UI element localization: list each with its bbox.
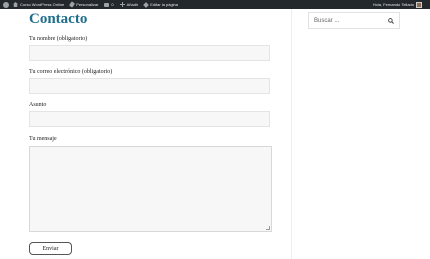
sidebar-divider [291,9,292,259]
message-label: Tu mensaje [29,136,57,142]
search-placeholder: Buscar ... [314,17,340,24]
brush-icon [69,1,76,8]
name-field[interactable] [29,45,270,61]
pencil-icon [143,1,150,8]
site-name: Curso WordPress Online [20,2,65,7]
email-label: Tu correo electrónico (obligatorio) [29,69,113,75]
subject-label: Asunto [29,102,47,108]
comment-icon [104,2,110,7]
name-label: Tu nombre (obligatorio) [29,36,88,42]
customize-label: Personalizar [76,2,99,7]
new-label: Añadir [126,2,139,7]
admin-bar-new[interactable]: Añadir [119,0,139,9]
admin-bar-site[interactable]: Curso WordPress Online [13,0,64,9]
search-icon[interactable] [388,18,394,24]
wordpress-logo-icon[interactable] [3,1,9,8]
home-icon [13,2,18,7]
email-field[interactable] [29,78,270,94]
admin-bar-edit-page[interactable]: Editar la página [143,0,178,9]
page-title: Contacto [29,11,88,27]
admin-bar-comments[interactable]: 0 [104,0,114,9]
submit-button[interactable]: Enviar [29,242,72,255]
admin-bar: Curso WordPress Online Personalizar 0 Añ… [0,0,430,9]
search-input[interactable]: Buscar ... [308,12,400,29]
admin-bar-customize[interactable]: Personalizar [69,0,99,9]
admin-bar-account[interactable]: Hola, Fernando Tellado [373,0,422,9]
edit-page-label: Editar la página [150,2,178,7]
plus-icon [119,2,125,7]
subject-field[interactable] [29,111,270,127]
message-textarea[interactable] [29,146,272,232]
greeting-label: Hola, Fernando Tellado [372,2,414,7]
resize-handle[interactable] [266,226,270,230]
comments-count: 0 [111,2,114,7]
avatar-icon [416,1,422,8]
